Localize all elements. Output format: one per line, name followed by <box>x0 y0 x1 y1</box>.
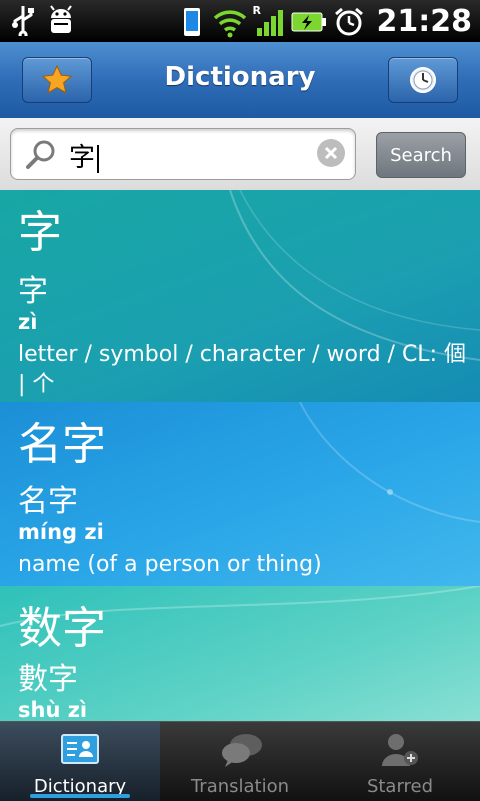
signal-icon <box>256 9 283 36</box>
speech-bubbles-icon <box>222 734 262 767</box>
result-headword: 数字 <box>18 603 106 654</box>
tab-translation[interactable]: Translation <box>160 722 320 801</box>
usb-icon <box>12 6 34 36</box>
list-item[interactable]: 字 字 zì letter / symbol / character / wor… <box>0 190 480 402</box>
result-definition: letter / symbol / character / word / CL:… <box>18 342 466 397</box>
clock-icon <box>410 67 436 93</box>
result-traditional: 名字 <box>18 484 78 519</box>
search-input[interactable]: 字 <box>10 128 356 180</box>
result-pinyin: zì <box>18 310 38 334</box>
clear-search-button[interactable] <box>317 139 345 167</box>
battery-charging-icon <box>291 12 326 31</box>
tab-dictionary[interactable]: Dictionary <box>0 722 160 801</box>
status-bar: R 21:28 <box>0 0 480 42</box>
result-headword: 名字 <box>18 419 106 470</box>
tab-label: Translation <box>190 776 290 797</box>
search-icon <box>26 140 55 169</box>
tab-starred[interactable]: Starred <box>320 722 480 801</box>
dictionary-card-icon <box>61 734 99 764</box>
result-headword: 字 <box>18 207 62 258</box>
results-list: 字 字 zì letter / symbol / character / wor… <box>0 190 480 721</box>
status-time: 21:28 <box>376 4 473 39</box>
alarm-icon <box>334 7 363 35</box>
result-definition: name (of a person or thing) <box>18 552 322 577</box>
result-pinyin: míng zi <box>18 520 104 544</box>
wifi-icon <box>213 9 246 37</box>
list-item[interactable]: 数字 數字 shù zì <box>0 586 480 721</box>
tab-label: Starred <box>366 776 434 797</box>
list-item[interactable]: 名字 名字 míng zi name (of a person or thing… <box>0 402 480 586</box>
search-button[interactable]: Search <box>376 132 466 178</box>
search-input-value: 字 <box>69 137 100 174</box>
history-button[interactable] <box>388 57 458 103</box>
bottom-tab-bar: Dictionary Translation Starred <box>0 721 480 801</box>
add-person-icon <box>382 734 418 766</box>
search-bar: 字 Search <box>0 118 480 191</box>
active-tab-indicator <box>30 794 130 798</box>
title-bar: Dictionary <box>0 42 480 119</box>
result-traditional: 數字 <box>18 662 78 697</box>
result-pinyin: shù zì <box>18 698 88 721</box>
result-traditional: 字 <box>18 274 48 309</box>
android-debug-icon <box>50 5 72 33</box>
close-icon <box>324 146 338 160</box>
phone-icon <box>183 7 200 36</box>
